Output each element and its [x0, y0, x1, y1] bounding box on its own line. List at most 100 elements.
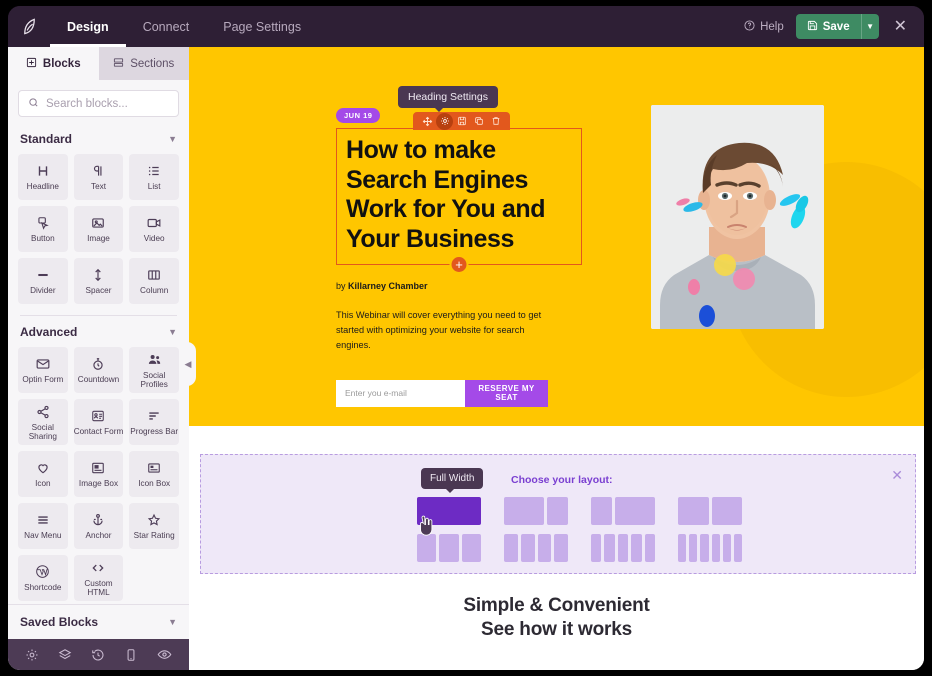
close-icon[interactable]: ✕: [891, 468, 903, 482]
sidebar-collapse-handle[interactable]: ◀: [180, 342, 196, 386]
layout-picker-title: Choose your layout:: [511, 474, 613, 486]
block-label: List: [147, 182, 161, 192]
block-video[interactable]: Video: [129, 206, 179, 252]
saved-blocks-section: Saved Blocks ▼: [8, 604, 189, 639]
promo-heading: Simple & Convenient See how it works: [189, 594, 924, 643]
block-countdown[interactable]: Countdown: [73, 347, 124, 393]
layout-option-six-equal[interactable]: [678, 534, 743, 562]
search-box[interactable]: [18, 90, 179, 117]
hero-right-column: [651, 105, 824, 407]
close-icon[interactable]: ✕: [891, 18, 910, 35]
video-camera-icon: [147, 214, 161, 231]
save-block-icon[interactable]: [453, 113, 470, 130]
block-icon-box[interactable]: Icon Box: [129, 451, 179, 497]
block-column[interactable]: Column: [129, 258, 179, 304]
block-label: Social Profiles: [140, 371, 168, 389]
block-spacer[interactable]: Spacer: [73, 258, 124, 304]
duplicate-icon[interactable]: [470, 113, 487, 130]
star-icon: [147, 511, 161, 528]
tab-connect[interactable]: Connect: [126, 6, 207, 47]
block-label: Countdown: [77, 375, 120, 385]
sidebar-tab-blocks[interactable]: Blocks: [8, 47, 99, 80]
layout-option-three-equal[interactable]: [417, 534, 481, 562]
page-canvas: JUN 19 Heading Settings How to make Sear…: [189, 47, 924, 670]
trash-delete-icon[interactable]: [487, 113, 504, 130]
layout-option-four-equal[interactable]: [504, 534, 568, 562]
heading-settings-tooltip: Heading Settings: [398, 86, 498, 112]
eye-preview-icon[interactable]: [157, 647, 172, 662]
block-contact-form[interactable]: Contact Form: [73, 399, 124, 445]
chevron-down-icon[interactable]: ▼: [168, 617, 177, 627]
layout-options: [417, 497, 743, 571]
group-header-standard[interactable]: Standard ▼: [18, 123, 179, 154]
paragraph-pilcrow-icon: [91, 162, 105, 179]
block-label: Text: [90, 182, 106, 192]
search-input[interactable]: [46, 97, 169, 110]
email-input[interactable]: [336, 379, 465, 407]
heading-block[interactable]: How to make Search Engines Work for You …: [336, 128, 582, 274]
plus-circle-icon[interactable]: +: [449, 255, 469, 274]
block-star-rating[interactable]: Star Rating: [129, 503, 179, 549]
group-title-advanced: Advanced: [20, 325, 78, 339]
top-bar: Design Connect Page Settings Help Save ▼…: [8, 6, 924, 47]
layout-option-five-equal[interactable]: [591, 534, 656, 562]
help-button[interactable]: Help: [744, 19, 784, 34]
layout-option-full-width[interactable]: [417, 497, 481, 525]
chevron-down-icon[interactable]: ▼: [168, 134, 177, 144]
block-headline[interactable]: Headline: [18, 154, 68, 200]
block-custom-html[interactable]: Custom HTML: [73, 555, 124, 601]
brand-leaf-icon[interactable]: [8, 17, 50, 36]
chevron-down-icon[interactable]: ▼: [168, 327, 177, 337]
block-button[interactable]: Button: [18, 206, 68, 252]
block-shortcode[interactable]: Shortcode: [18, 555, 68, 601]
gear-settings-icon[interactable]: [436, 112, 453, 130]
tab-design[interactable]: Design: [50, 6, 126, 47]
move-drag-icon[interactable]: [419, 113, 436, 130]
layout-option-one-third-two-thirds[interactable]: [591, 497, 655, 525]
history-clock-icon[interactable]: [91, 648, 105, 662]
block-divider[interactable]: Divider: [18, 258, 68, 304]
users-group-icon: [147, 351, 162, 368]
save-button-group[interactable]: Save ▼: [795, 14, 879, 39]
block-text[interactable]: Text: [73, 154, 124, 200]
hero-left-column: JUN 19 Heading Settings How to make Sear…: [336, 86, 582, 407]
byline-prefix: by: [336, 281, 346, 291]
block-social-profiles[interactable]: Social Profiles: [129, 347, 179, 393]
block-label: Nav Menu: [24, 531, 62, 541]
save-button[interactable]: Save: [795, 14, 861, 39]
hero-description: This Webinar will cover everything you n…: [336, 310, 542, 351]
group-header-advanced[interactable]: Advanced ▼: [18, 316, 179, 347]
mobile-device-icon[interactable]: [124, 648, 138, 662]
hero-section: JUN 19 Heading Settings How to make Sear…: [189, 47, 924, 426]
tab-page-settings[interactable]: Page Settings: [206, 6, 318, 47]
block-image[interactable]: Image: [73, 206, 124, 252]
portrait-photo[interactable]: [651, 105, 824, 329]
block-social-sharing[interactable]: Social Sharing: [18, 399, 68, 445]
blocks-grid-icon: [26, 57, 37, 71]
block-label: Button: [30, 234, 55, 244]
advanced-blocks-grid: Optin Form Countdown Social Profiles Soc…: [18, 347, 179, 601]
gear-icon[interactable]: [25, 648, 39, 662]
stopwatch-icon: [91, 355, 105, 372]
block-image-box[interactable]: Image Box: [73, 451, 124, 497]
tab-page-settings-label: Page Settings: [223, 19, 302, 34]
columns-icon: [147, 266, 161, 283]
layout-option-half-half[interactable]: [678, 497, 742, 525]
sidebar-tab-sections-label: Sections: [130, 57, 175, 70]
layout-option-two-thirds-one-third[interactable]: [504, 497, 568, 525]
chevron-left-icon: ◀: [184, 358, 192, 369]
block-progress-bar[interactable]: Progress Bar: [129, 399, 179, 445]
block-anchor[interactable]: Anchor: [73, 503, 124, 549]
block-optin-form[interactable]: Optin Form: [18, 347, 68, 393]
reserve-my-seat-button[interactable]: RESERVE MY SEAT: [465, 379, 548, 407]
sidebar-tab-sections[interactable]: Sections: [98, 47, 189, 80]
save-dropdown-button[interactable]: ▼: [860, 14, 879, 39]
block-icon[interactable]: Icon: [18, 451, 68, 497]
block-nav-menu[interactable]: Nav Menu: [18, 503, 68, 549]
block-label: Shortcode: [24, 583, 62, 593]
group-header-saved-blocks[interactable]: Saved Blocks ▼: [20, 605, 177, 639]
layers-icon[interactable]: [58, 648, 72, 662]
app-window: Design Connect Page Settings Help Save ▼…: [8, 6, 924, 670]
optin-form: RESERVE MY SEAT: [336, 379, 548, 407]
block-list[interactable]: List: [129, 154, 179, 200]
